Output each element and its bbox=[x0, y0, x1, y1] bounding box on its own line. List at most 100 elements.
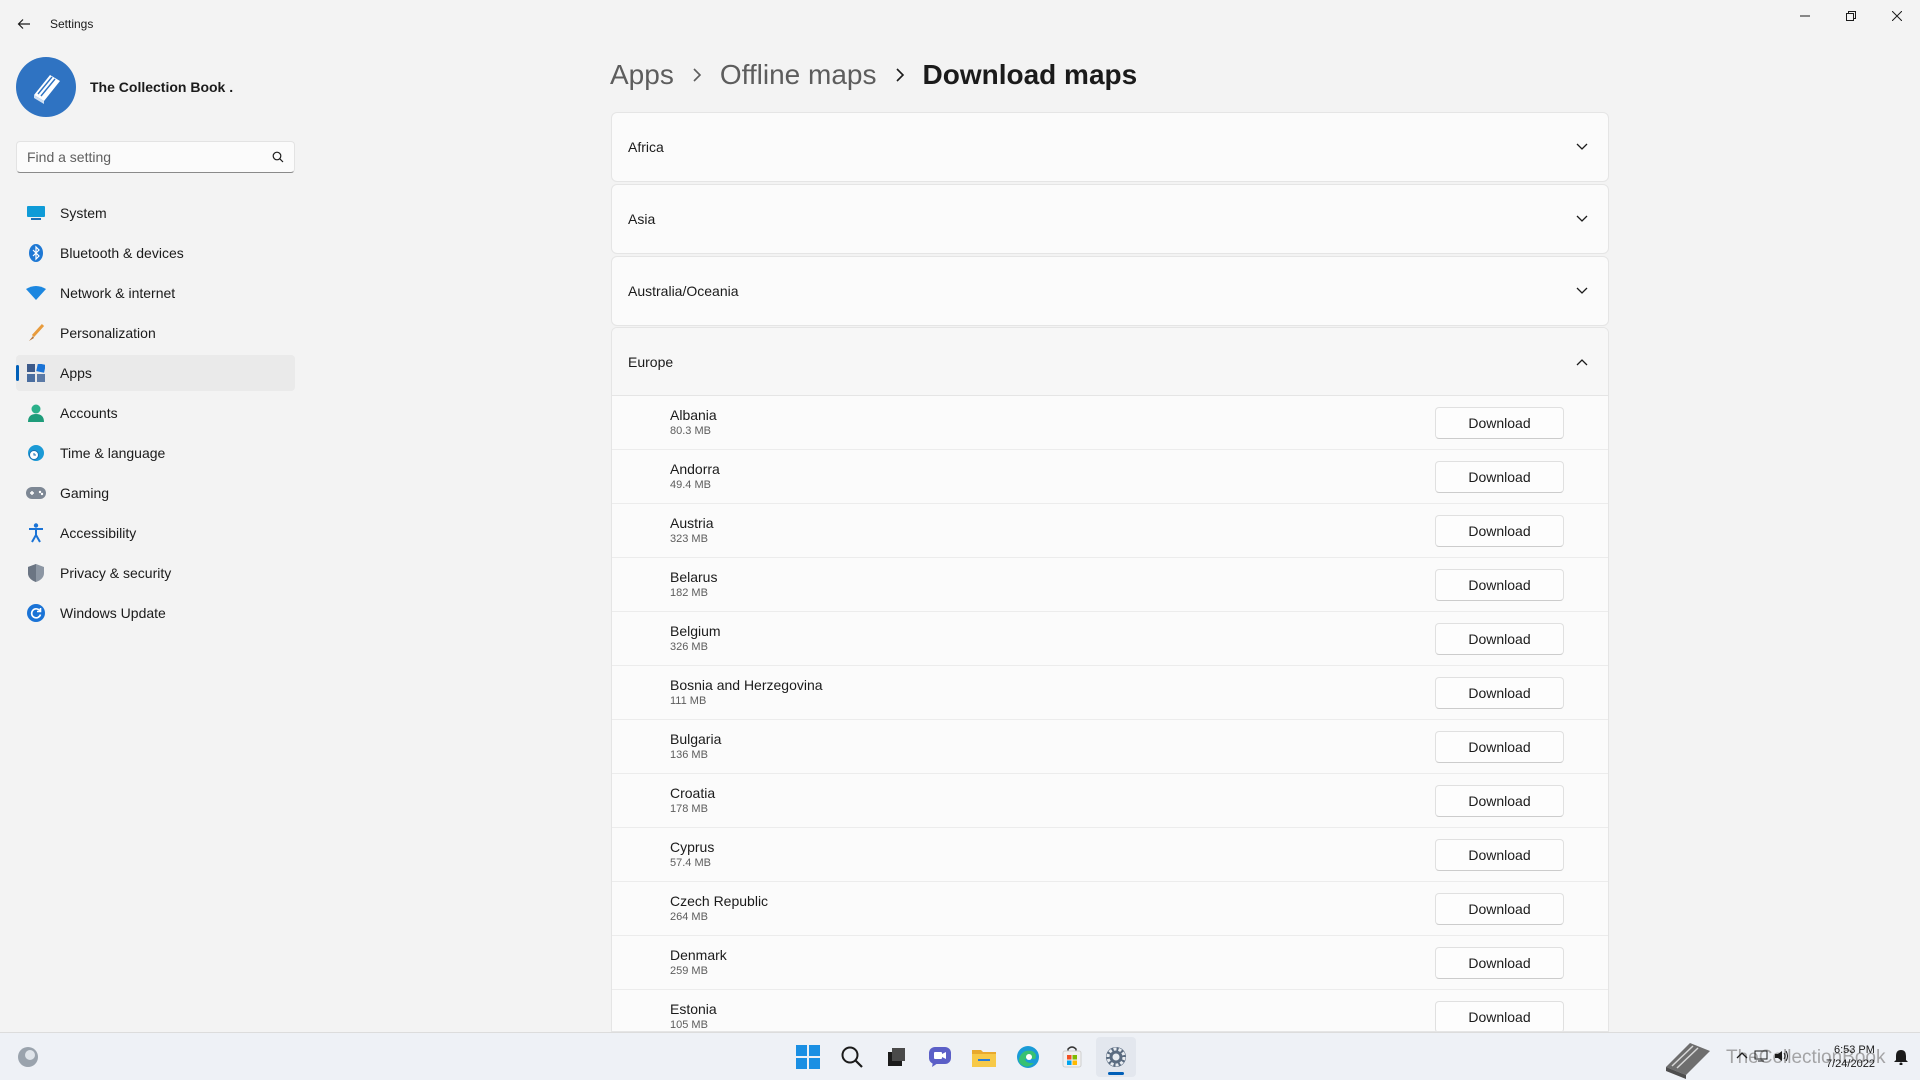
download-button[interactable]: Download bbox=[1435, 838, 1564, 871]
map-size: 264 MB bbox=[670, 910, 708, 923]
breadcrumb: Apps Offline maps Download maps bbox=[610, 52, 1137, 98]
accessibility-icon bbox=[26, 523, 46, 543]
store-icon bbox=[1062, 1046, 1082, 1068]
download-button[interactable]: Download bbox=[1435, 1000, 1564, 1031]
search-input[interactable] bbox=[27, 149, 272, 165]
restore-icon bbox=[1846, 11, 1856, 21]
chevron-up-icon[interactable] bbox=[1736, 1049, 1748, 1067]
book-icon bbox=[34, 75, 60, 104]
display-icon[interactable] bbox=[1754, 1049, 1768, 1067]
sidebar-item-bluetooth-devices[interactable]: Bluetooth & devices bbox=[16, 235, 295, 271]
download-button[interactable]: Download bbox=[1435, 676, 1564, 709]
chevron-right-icon bbox=[692, 68, 702, 82]
notification-bell-icon[interactable] bbox=[1894, 1049, 1908, 1070]
start-icon bbox=[796, 1045, 820, 1069]
close-button[interactable] bbox=[1874, 0, 1920, 32]
map-size: 323 MB bbox=[670, 532, 708, 545]
sidebar-item-system[interactable]: System bbox=[16, 195, 295, 231]
sidebar-item-time-language[interactable]: Time & language bbox=[16, 435, 295, 471]
widgets-button[interactable] bbox=[16, 1045, 40, 1069]
search-box[interactable] bbox=[16, 141, 295, 173]
task-view-button[interactable] bbox=[876, 1037, 916, 1077]
edge-button[interactable] bbox=[1008, 1037, 1048, 1077]
person-icon bbox=[26, 403, 46, 423]
breadcrumb-offline-maps[interactable]: Offline maps bbox=[720, 59, 877, 91]
breadcrumb-apps[interactable]: Apps bbox=[610, 59, 674, 91]
map-size: 111 MB bbox=[670, 694, 707, 707]
list-item: Albania 80.3 MB Download bbox=[612, 396, 1608, 450]
download-button[interactable]: Download bbox=[1435, 406, 1564, 439]
download-button[interactable]: Download bbox=[1435, 946, 1564, 979]
start-button[interactable] bbox=[788, 1037, 828, 1077]
search-icon bbox=[272, 151, 284, 163]
map-size: 80.3 MB bbox=[670, 424, 711, 437]
country-name: Austria bbox=[670, 514, 714, 531]
map-size: 49.4 MB bbox=[670, 478, 711, 491]
file-explorer-button[interactable] bbox=[964, 1037, 1004, 1077]
chat-button[interactable] bbox=[920, 1037, 960, 1077]
download-button[interactable]: Download bbox=[1435, 784, 1564, 817]
apps-icon bbox=[26, 363, 46, 383]
download-button[interactable]: Download bbox=[1435, 568, 1564, 601]
avatar bbox=[16, 57, 76, 117]
sidebar-item-label: Windows Update bbox=[60, 605, 166, 621]
sidebar-item-windows-update[interactable]: Windows Update bbox=[16, 595, 295, 631]
list-item: Croatia 178 MB Download bbox=[612, 774, 1608, 828]
app-title: Settings bbox=[50, 17, 94, 31]
wifi-icon bbox=[26, 283, 46, 303]
back-button[interactable] bbox=[12, 12, 36, 36]
region-australia-oceania[interactable]: Australia/Oceania bbox=[611, 256, 1609, 326]
country-name: Belgium bbox=[670, 622, 721, 639]
minimize-icon bbox=[1800, 15, 1810, 17]
settings-button[interactable] bbox=[1096, 1037, 1136, 1077]
shield-icon bbox=[26, 563, 46, 583]
sidebar-item-network-internet[interactable]: Network & internet bbox=[16, 275, 295, 311]
minimize-button[interactable] bbox=[1782, 0, 1828, 32]
region-europe: Europe Albania 80.3 MB Download Andorra 49… bbox=[611, 327, 1609, 1032]
system-icon bbox=[26, 203, 46, 223]
region-asia[interactable]: Asia bbox=[611, 184, 1609, 254]
taskbar-apps bbox=[786, 1037, 1138, 1077]
country-name: Estonia bbox=[670, 1000, 717, 1017]
user-profile[interactable]: The Collection Book . bbox=[16, 56, 233, 118]
region-europe-header[interactable]: Europe bbox=[612, 328, 1608, 396]
country-name: Albania bbox=[670, 406, 717, 423]
sidebar-item-label: System bbox=[60, 205, 107, 221]
sidebar-item-accounts[interactable]: Accounts bbox=[16, 395, 295, 431]
sidebar-item-label: Accessibility bbox=[60, 525, 137, 541]
sidebar-item-accessibility[interactable]: Accessibility bbox=[16, 515, 295, 551]
region-africa[interactable]: Africa bbox=[611, 112, 1609, 182]
region-label: Asia bbox=[628, 211, 656, 227]
sidebar-item-privacy-security[interactable]: Privacy & security bbox=[16, 555, 295, 591]
sidebar-item-label: Privacy & security bbox=[60, 565, 172, 581]
system-tray: TheCollectionBook 6:53 PM 7/24/2022 bbox=[1660, 1033, 1920, 1080]
store-button[interactable] bbox=[1052, 1037, 1092, 1077]
edge-icon bbox=[1017, 1046, 1039, 1068]
clock-time: 6:53 PM bbox=[1833, 1044, 1875, 1056]
list-item: Austria 323 MB Download bbox=[612, 504, 1608, 558]
restore-button[interactable] bbox=[1828, 0, 1874, 32]
brush-icon bbox=[26, 323, 46, 343]
gamepad-icon bbox=[26, 483, 46, 503]
country-name: Bosnia and Herzegovina bbox=[670, 676, 823, 693]
download-button[interactable]: Download bbox=[1435, 460, 1564, 493]
clock[interactable]: 6:53 PM 7/24/2022 bbox=[1826, 1043, 1875, 1071]
download-button[interactable]: Download bbox=[1435, 730, 1564, 763]
update-icon bbox=[26, 603, 46, 623]
search-icon bbox=[841, 1046, 863, 1068]
taskbar-search-button[interactable] bbox=[832, 1037, 872, 1077]
map-size: 326 MB bbox=[670, 640, 708, 653]
settings-icon bbox=[1106, 1047, 1126, 1067]
download-button[interactable]: Download bbox=[1435, 892, 1564, 925]
sidebar-item-apps[interactable]: Apps bbox=[16, 355, 295, 391]
list-item: Belarus 182 MB Download bbox=[612, 558, 1608, 612]
chevron-down-icon bbox=[1574, 139, 1590, 155]
sidebar-item-personalization[interactable]: Personalization bbox=[16, 315, 295, 351]
download-button[interactable]: Download bbox=[1435, 622, 1564, 655]
volume-icon[interactable] bbox=[1774, 1049, 1788, 1067]
sidebar-item-gaming[interactable]: Gaming bbox=[16, 475, 295, 511]
map-size: 105 MB bbox=[670, 1018, 708, 1031]
download-button[interactable]: Download bbox=[1435, 514, 1564, 547]
map-size: 178 MB bbox=[670, 802, 708, 815]
region-label: Africa bbox=[628, 139, 664, 155]
